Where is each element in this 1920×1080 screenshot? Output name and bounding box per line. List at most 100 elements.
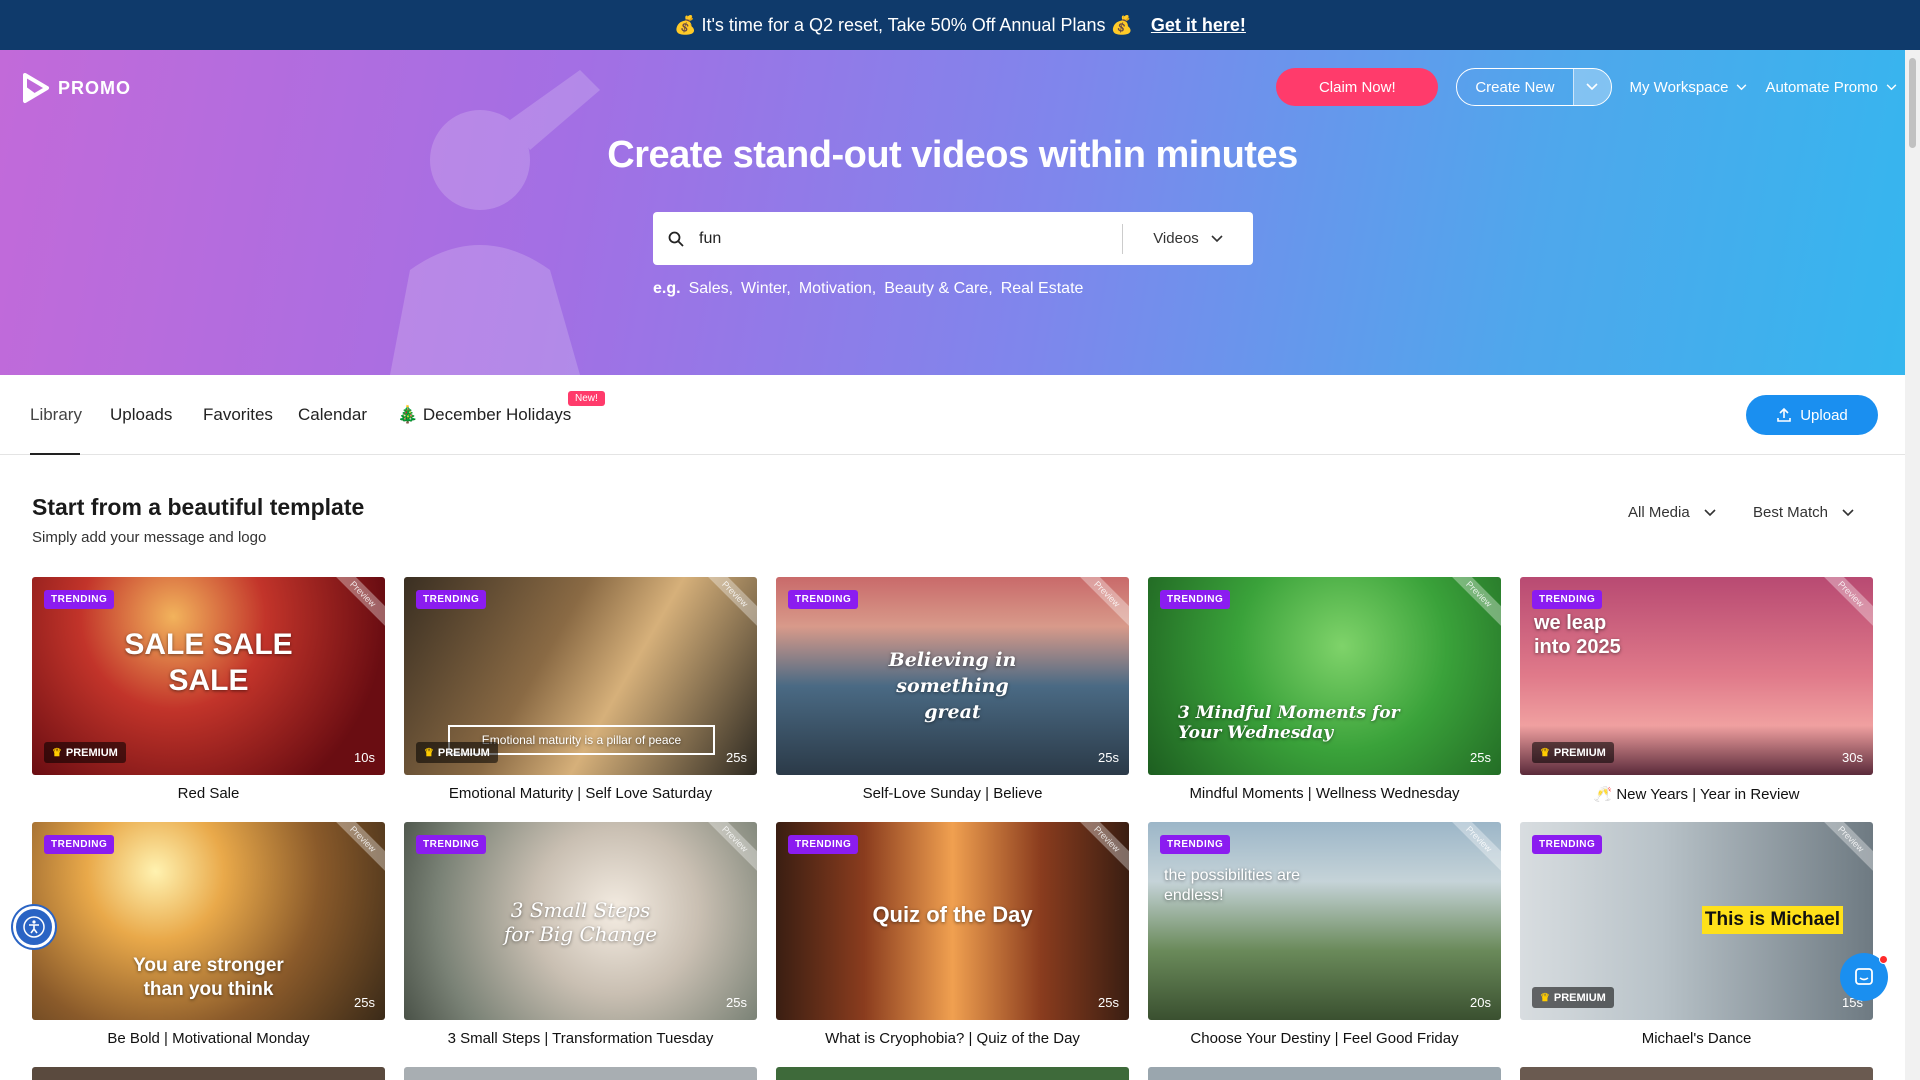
template-title[interactable]: 3 Small Steps | Transformation Tuesday (404, 1030, 757, 1047)
template-thumbnail[interactable]: Preview TRENDING Believing in something … (776, 577, 1129, 775)
template-thumbnail[interactable] (1520, 1067, 1873, 1080)
template-title[interactable]: What is Cryophobia? | Quiz of the Day (776, 1030, 1129, 1047)
template-thumbnail[interactable] (1148, 1067, 1501, 1080)
template-title[interactable]: Mindful Moments | Wellness Wednesday (1148, 785, 1501, 802)
template-thumbnail[interactable] (404, 1067, 757, 1080)
chevron-down-icon (1886, 83, 1897, 90)
preview-ribbon: Preview (1438, 822, 1501, 880)
duration-label: 25s (1470, 750, 1491, 765)
template-card[interactable]: Preview TRENDING Emotional maturity is a… (404, 577, 757, 802)
search-type-dropdown[interactable]: Videos (1123, 230, 1253, 247)
duration-label: 25s (354, 995, 375, 1010)
template-thumbnail[interactable]: Preview TRENDING Emotional maturity is a… (404, 577, 757, 775)
chat-button[interactable] (1840, 953, 1888, 1001)
example-link[interactable]: Motivation, (799, 280, 876, 298)
upload-icon (1777, 407, 1792, 422)
brand-logo[interactable]: PROMO (22, 72, 131, 104)
my-workspace-label: My Workspace (1629, 78, 1729, 96)
template-thumbnail[interactable] (32, 1067, 385, 1080)
template-thumbnail[interactable]: Preview TRENDING the possibilities are e… (1148, 822, 1501, 1020)
tab-december-holidays[interactable]: 🎄 December Holidays (397, 405, 571, 425)
accessibility-button[interactable] (13, 906, 55, 948)
trending-badge: TRENDING (788, 590, 859, 609)
premium-badge: ♛ PREMIUM (416, 742, 498, 763)
crown-icon: ♛ (424, 747, 434, 759)
premium-badge: ♛ PREMIUM (1532, 742, 1614, 763)
example-link[interactable]: Beauty & Care, (884, 280, 993, 298)
template-card[interactable]: Preview TRENDING Believing in something … (776, 577, 1129, 802)
thumbnail-overlay-text: This is Michael (1702, 906, 1843, 934)
chevron-down-icon (1704, 508, 1716, 516)
trending-badge: TRENDING (44, 835, 115, 854)
my-workspace-menu[interactable]: My Workspace (1630, 79, 1748, 96)
scrollbar-thumb[interactable] (1909, 58, 1916, 148)
page-scrollbar[interactable] (1905, 50, 1920, 1080)
trending-badge: TRENDING (1160, 590, 1231, 609)
template-title[interactable]: Be Bold | Motivational Monday (32, 1030, 385, 1047)
chevron-down-icon[interactable] (1572, 69, 1611, 105)
thumbnail-overlay-text: the possibilities are endless! (1164, 867, 1301, 904)
thumbnail-overlay-text: 3 Mindful Moments for Your Wednesday (1178, 703, 1400, 743)
template-card[interactable]: Preview TRENDING This is Michael ♛ PREMIU… (1520, 822, 1873, 1047)
premium-label: PREMIUM (437, 746, 490, 759)
tab-favorites[interactable]: Favorites (203, 405, 273, 425)
template-thumbnail[interactable] (776, 1067, 1129, 1080)
search-input[interactable] (699, 218, 1122, 259)
search-examples: e.g. Sales, Winter, Motivation, Beauty &… (653, 280, 1083, 298)
search-icon[interactable] (653, 231, 699, 247)
template-card[interactable]: Preview TRENDING Quiz of the Day 25s Wha… (776, 822, 1129, 1047)
template-thumbnail[interactable]: Preview TRENDING You are stronger than y… (32, 822, 385, 1020)
template-card[interactable]: Preview TRENDING SALE SALE SALE ♛ PREMIUM… (32, 577, 385, 802)
preview-ribbon: Preview (322, 822, 385, 880)
sort-dropdown[interactable]: Best Match (1753, 504, 1854, 521)
create-new-label[interactable]: Create New (1457, 69, 1572, 105)
promo-banner-link[interactable]: Get it here! (1151, 15, 1246, 36)
promo-logo-icon (23, 73, 49, 103)
preview-ribbon: Preview (694, 577, 757, 635)
claim-now-button[interactable]: Claim Now! (1276, 68, 1439, 106)
automate-promo-label: Automate Promo (1765, 78, 1878, 96)
template-thumbnail[interactable]: Preview TRENDING Quiz of the Day 25s (776, 822, 1129, 1020)
search-type-label: Videos (1153, 230, 1199, 247)
template-title[interactable]: Red Sale (32, 785, 385, 802)
media-filter-dropdown[interactable]: All Media (1628, 504, 1716, 521)
chat-icon (1855, 968, 1873, 985)
promo-banner-text: 💰 It's time for a Q2 reset, Take 50% Off… (674, 14, 1133, 35)
trending-badge: TRENDING (788, 835, 859, 854)
template-thumbnail[interactable]: Preview TRENDING 3 Small Steps for Big C… (404, 822, 757, 1020)
preview-ribbon: Preview (1810, 577, 1873, 635)
upload-button[interactable]: Upload (1746, 395, 1878, 435)
template-title[interactable]: Self-Love Sunday | Believe (776, 785, 1129, 802)
template-title[interactable]: 🥂 New Years | Year in Review (1520, 785, 1873, 803)
tab-library[interactable]: Library (30, 405, 82, 425)
create-new-button[interactable]: Create New (1456, 68, 1612, 106)
chevron-down-icon (1737, 83, 1747, 90)
preview-ribbon: Preview (322, 577, 385, 635)
template-thumbnail[interactable]: Preview TRENDING we leap into 2025 ♛ PREM… (1520, 577, 1873, 775)
template-title[interactable]: Choose Your Destiny | Feel Good Friday (1148, 1030, 1501, 1047)
examples-label: e.g. (653, 280, 681, 297)
thumbnail-overlay-text: we leap into 2025 (1534, 612, 1621, 658)
automate-promo-menu[interactable]: Automate Promo (1765, 79, 1897, 96)
template-thumbnail[interactable]: Preview TRENDING 3 Mindful Moments for Y… (1148, 577, 1501, 775)
template-card[interactable]: Preview TRENDING we leap into 2025 ♛ PREM… (1520, 577, 1873, 803)
example-link[interactable]: Winter, (741, 280, 791, 298)
premium-label: PREMIUM (1553, 746, 1606, 759)
template-thumbnail[interactable]: Preview TRENDING SALE SALE SALE ♛ PREMIUM… (32, 577, 385, 775)
template-thumbnail[interactable]: Preview TRENDING This is Michael ♛ PREMIU… (1520, 822, 1873, 1020)
template-card[interactable]: Preview TRENDING 3 Small Steps for Big C… (404, 822, 757, 1047)
trending-badge: TRENDING (1160, 835, 1231, 854)
template-card[interactable]: Preview TRENDING 3 Mindful Moments for Y… (1148, 577, 1501, 802)
template-card[interactable]: Preview TRENDING You are stronger than y… (32, 822, 385, 1047)
template-title[interactable]: Emotional Maturity | Self Love Saturday (404, 785, 757, 802)
template-card[interactable]: Preview TRENDING the possibilities are e… (1148, 822, 1501, 1047)
tab-uploads[interactable]: Uploads (110, 405, 172, 425)
template-title[interactable]: Michael's Dance (1520, 1030, 1873, 1047)
media-filter-label: All Media (1628, 504, 1690, 521)
thumbnail-overlay-text: 3 Small Steps for Big Change (503, 898, 658, 946)
tab-calendar[interactable]: Calendar (298, 405, 367, 425)
example-link[interactable]: Sales, (689, 280, 733, 298)
example-link[interactable]: Real Estate (1001, 280, 1084, 298)
thumbnail-overlay-text: Believing in something great (888, 649, 1017, 723)
top-nav: Claim Now! Create New My Workspace Autom… (1276, 68, 1897, 106)
